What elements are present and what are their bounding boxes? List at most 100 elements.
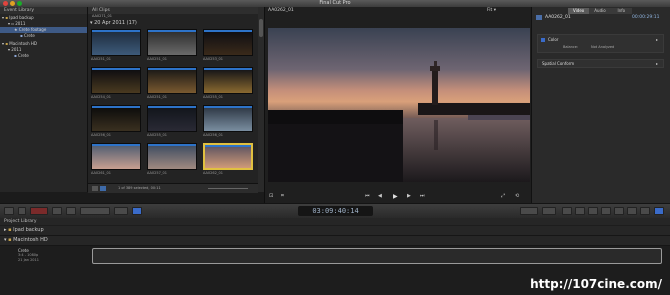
clip-label: AA0257_01 bbox=[147, 171, 167, 175]
scroll-thumb[interactable] bbox=[259, 19, 263, 37]
fast-forward-icon[interactable]: ▶ bbox=[407, 193, 411, 199]
list-view-icon[interactable] bbox=[100, 186, 106, 191]
clip-used-indicator bbox=[92, 106, 140, 108]
clip-thumbnail[interactable] bbox=[91, 143, 141, 170]
event-library-panel: Event Library ▾ ▪ Ipad backup ▾ ▫ 2011 ★… bbox=[0, 7, 88, 192]
clip-label: AA0256_01 bbox=[91, 133, 111, 137]
dashboard-timecode: 03:09:40:14 bbox=[298, 206, 373, 216]
clip-thumbnail[interactable] bbox=[147, 143, 197, 170]
camera-icon[interactable] bbox=[562, 207, 572, 215]
inspector-tabs: Video Audio Info bbox=[568, 8, 632, 14]
clip-thumbnail[interactable] bbox=[203, 67, 253, 94]
clip-thumbnail[interactable] bbox=[147, 29, 197, 56]
select-tool-icon[interactable] bbox=[132, 207, 142, 215]
clip-thumbnail[interactable] bbox=[203, 105, 253, 132]
rewind-icon[interactable]: ◀ bbox=[378, 193, 382, 199]
viewer-panel: AA0262_01 Fit ▾ ⏮ ◀ ▶ ▶ ⏭ ⤢ ⟲ ⊡ ⌗ bbox=[264, 7, 531, 205]
clip-label: AA0262_01 bbox=[203, 171, 223, 175]
clip-used-indicator bbox=[92, 144, 140, 146]
clip-thumbnail[interactable] bbox=[203, 29, 253, 56]
clip-label: AA0251_01 bbox=[147, 57, 167, 61]
project-library-row[interactable]: ▾ ▪ Macintosh HD bbox=[0, 236, 670, 246]
window-title: Final Cut Pro bbox=[319, 0, 351, 6]
spatial-menu-icon[interactable]: ▸ bbox=[656, 61, 658, 66]
generators-icon[interactable] bbox=[601, 207, 611, 215]
clip-used-indicator bbox=[92, 68, 140, 70]
fullscreen-icon[interactable]: ⤢ bbox=[501, 193, 505, 199]
audio-video-icon[interactable] bbox=[114, 207, 128, 215]
tab-video[interactable]: Video bbox=[568, 8, 590, 14]
clip-thumbnail[interactable] bbox=[203, 143, 253, 170]
keyword-icon[interactable] bbox=[18, 207, 26, 215]
browser-header: All Clips bbox=[88, 7, 258, 14]
color-enable-checkbox[interactable] bbox=[541, 38, 545, 42]
transitions-icon[interactable] bbox=[627, 207, 637, 215]
clip-used-indicator bbox=[148, 144, 196, 146]
clip-label: AA0255_01 bbox=[203, 95, 223, 99]
main-toolbar: 03:09:40:14 bbox=[0, 203, 670, 219]
tab-audio[interactable]: Audio bbox=[589, 8, 611, 14]
event-library-header: Event Library bbox=[0, 7, 87, 14]
clip-label: AA0253_01 bbox=[203, 57, 223, 61]
filmstrip-view-icon[interactable] bbox=[92, 186, 98, 191]
library-item-crete-footage[interactable]: ★ Crete footage bbox=[0, 27, 87, 33]
clip-browser: All Clips AA0271_01 ▾ 20 Apr 2011 (17) A… bbox=[88, 7, 258, 193]
transform-icon[interactable]: ⊡ bbox=[269, 193, 273, 199]
clip-thumbnail[interactable] bbox=[91, 67, 141, 94]
title-bar: Final Cut Pro bbox=[0, 0, 670, 7]
tools-icon[interactable] bbox=[520, 207, 538, 215]
spatial-conform-label: Spatial Conform bbox=[542, 61, 575, 66]
titles-icon[interactable] bbox=[588, 207, 598, 215]
inspector-toggle-icon[interactable] bbox=[542, 207, 556, 215]
enhance-icon[interactable] bbox=[52, 207, 62, 215]
crop-icon[interactable]: ⌗ bbox=[281, 193, 284, 199]
color-menu-icon[interactable]: ▸ bbox=[656, 37, 658, 42]
clip-thumbnail[interactable] bbox=[91, 29, 141, 56]
play-icon[interactable]: ▶ bbox=[393, 193, 398, 200]
library-item-crete[interactable]: ▪ Crete bbox=[20, 33, 35, 39]
thumbnail-size-slider[interactable] bbox=[208, 188, 248, 189]
tab-info[interactable]: Info bbox=[610, 8, 632, 14]
date-group-header[interactable]: ▾ 20 Apr 2011 (17) bbox=[90, 20, 137, 26]
clip-thumbnail[interactable] bbox=[91, 105, 141, 132]
color-section: Color Balance: Not Analyzed ▸ bbox=[537, 34, 664, 53]
library-item-crete-hd[interactable]: ▪ Crete bbox=[14, 53, 29, 59]
project-library-header: Project Library bbox=[0, 218, 670, 225]
clip-thumbnail[interactable] bbox=[147, 67, 197, 94]
reject-icon[interactable] bbox=[30, 207, 48, 215]
inspector-clip-name: AA0262_01 bbox=[545, 15, 571, 20]
clip-used-indicator bbox=[92, 30, 140, 32]
clip-thumbnail[interactable] bbox=[147, 105, 197, 132]
import-icon[interactable] bbox=[4, 207, 14, 215]
viewer-controls: ⏮ ◀ ▶ ▶ ⏭ ⤢ ⟲ ⊡ ⌗ bbox=[265, 191, 531, 203]
clip-used-indicator bbox=[204, 106, 252, 108]
clip-icon bbox=[536, 15, 542, 20]
clip-label: AA0256_01 bbox=[203, 133, 223, 137]
key-icon[interactable] bbox=[66, 207, 76, 215]
project-filmstrip[interactable] bbox=[92, 248, 662, 264]
harbor-sunset-image bbox=[268, 28, 530, 182]
selection-status: 1 of 389 selected, 00:11 bbox=[118, 186, 161, 190]
go-to-start-icon[interactable]: ⏮ bbox=[365, 193, 370, 199]
clip-label: AA0254_01 bbox=[91, 95, 111, 99]
zoom-menu[interactable]: Fit ▾ bbox=[487, 7, 496, 14]
effects-icon[interactable] bbox=[640, 207, 650, 215]
themes-icon[interactable] bbox=[614, 207, 624, 215]
edit-mode-buttons[interactable] bbox=[80, 207, 110, 215]
project-format: 3:4 - 1080p bbox=[18, 253, 39, 257]
inspector-panel: Video Audio Info AA0262_01 00:00:29:11 C… bbox=[531, 7, 670, 205]
color-label: Color bbox=[548, 37, 559, 42]
spatial-conform-section: Spatial Conform ▸ bbox=[537, 59, 664, 68]
clip-used-indicator bbox=[204, 30, 252, 32]
browser-footer: 1 of 389 selected, 00:11 bbox=[88, 183, 258, 193]
go-to-end-icon[interactable]: ⏭ bbox=[420, 193, 425, 199]
clip-label: AA0255_01 bbox=[147, 133, 167, 137]
clip-label: AA0251_01 bbox=[147, 95, 167, 99]
project-library-row[interactable]: ▸ ▪ Ipad backup bbox=[0, 226, 670, 236]
info-icon[interactable] bbox=[654, 207, 664, 215]
music-icon[interactable] bbox=[575, 207, 585, 215]
balance-value: Not Analyzed bbox=[591, 45, 615, 49]
loop-icon[interactable]: ⟲ bbox=[515, 193, 519, 199]
clip-used-indicator bbox=[148, 68, 196, 70]
clip-used-indicator bbox=[205, 145, 251, 147]
